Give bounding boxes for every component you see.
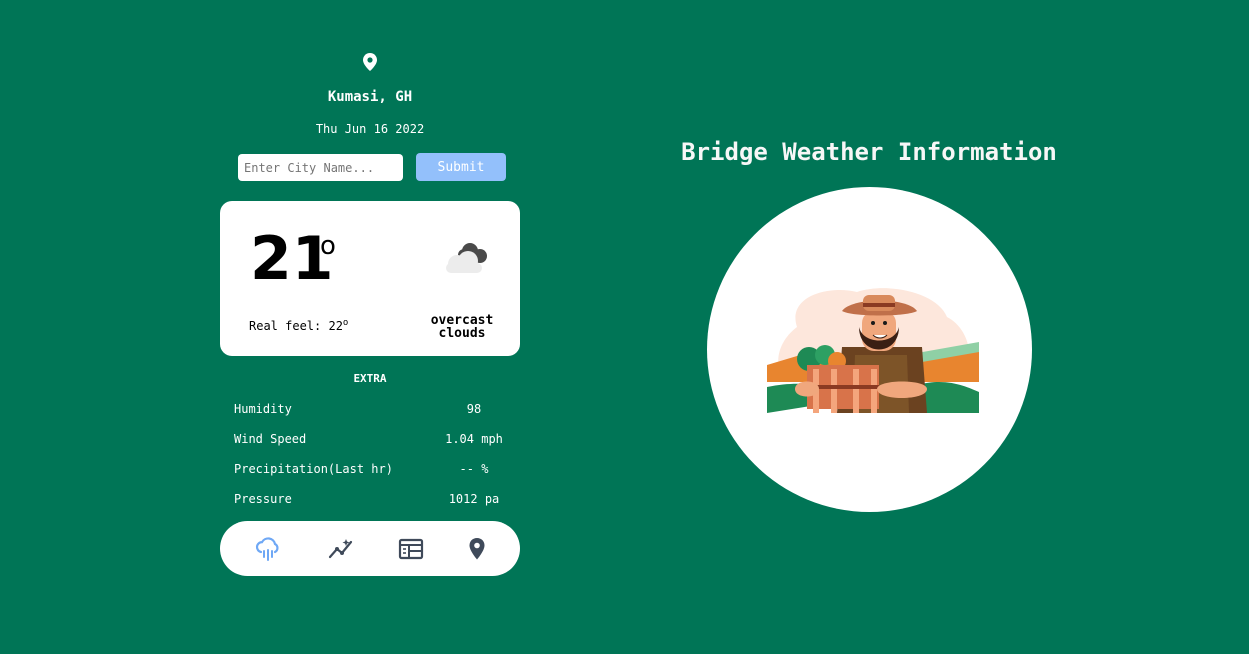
nav-calendar-button[interactable] — [397, 535, 425, 563]
calendar-grid-icon — [398, 538, 424, 560]
extra-label: Wind Speed — [234, 432, 307, 446]
farmer-illustration — [767, 288, 979, 413]
extra-label: Precipitation(Last hr) — [234, 462, 393, 476]
nav-trends-button[interactable] — [327, 535, 355, 563]
trend-chart-icon — [328, 539, 353, 559]
current-date: Thu Jun 16 2022 — [315, 122, 425, 136]
extra-value: 1012 pa — [448, 492, 500, 506]
extra-row-pressure: Pressure 1012 pa — [234, 492, 524, 508]
city-name: Kumasi, GH — [327, 89, 413, 105]
weather-description: overcast clouds — [420, 314, 504, 340]
current-weather-card: 21 o Real feel: 22o overcast clouds — [220, 201, 520, 356]
city-search-input[interactable] — [238, 154, 403, 181]
bottom-nav — [220, 521, 520, 576]
extra-label: Pressure — [234, 492, 292, 506]
extra-title: EXTRA — [353, 372, 387, 385]
nav-location-button[interactable] — [463, 535, 491, 563]
cloud-icon — [446, 243, 487, 273]
location-pin-icon — [469, 538, 485, 560]
hero-image-circle — [707, 187, 1032, 512]
extra-value: -- % — [459, 462, 489, 476]
real-feel: Real feel: 22o — [249, 318, 348, 333]
extra-row-humidity: Humidity 98 — [234, 402, 524, 418]
real-feel-degree: o — [342, 318, 349, 328]
extra-value: 98 — [466, 402, 482, 416]
nav-weather-button[interactable] — [254, 535, 282, 563]
weather-description-line2: clouds — [438, 326, 486, 341]
submit-button[interactable]: Submit — [416, 153, 506, 181]
extra-label: Humidity — [234, 402, 292, 416]
extra-row-wind: Wind Speed 1.04 mph — [234, 432, 524, 448]
temperature-degree: o — [320, 231, 336, 261]
extra-row-precipitation: Precipitation(Last hr) -- % — [234, 462, 524, 478]
real-feel-text: Real feel: 22 — [249, 319, 343, 333]
rain-cloud-icon — [255, 537, 279, 561]
extra-value: 1.04 mph — [445, 432, 503, 446]
location-pin-icon — [363, 53, 377, 71]
hero-title: Bridge Weather Information — [681, 138, 1057, 166]
